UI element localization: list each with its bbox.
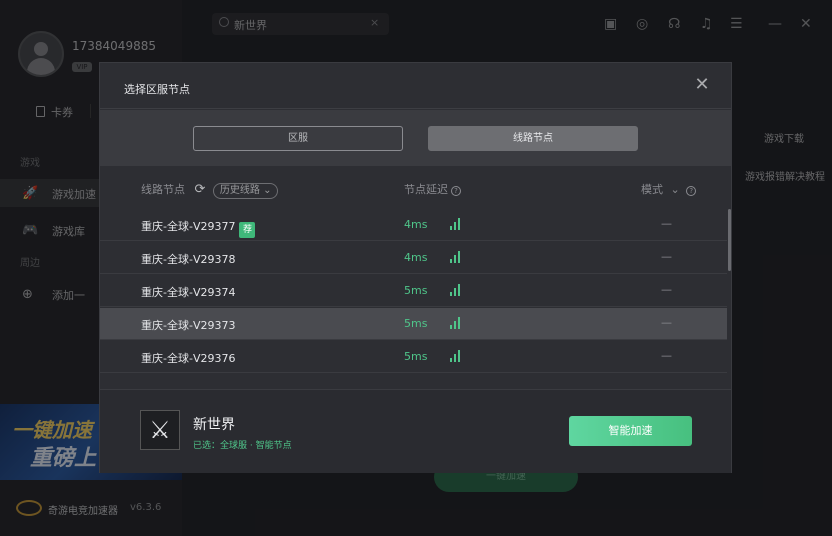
dialog-footer: ⚔ 新世界 已选：全球服 · 智能节点 智能加速 (100, 389, 731, 473)
dialog-title: 选择区服节点 (124, 83, 190, 96)
signal-icon (450, 218, 462, 230)
dialog-header: 选择区服节点 ✕ (100, 63, 731, 109)
tab-region[interactable]: 区服 (193, 126, 403, 151)
close-icon[interactable]: ✕ (694, 76, 710, 94)
game-logo-icon: ⚔ (140, 410, 180, 450)
game-name: 新世界 (193, 417, 235, 433)
route-row[interactable]: 重庆-全球-V29373 5ms — (100, 308, 727, 340)
signal-icon (450, 317, 462, 329)
selected-summary: 已选：全球服 · 智能节点 (193, 441, 292, 451)
column-mode[interactable]: 模式 ⌄ ? (641, 181, 697, 197)
signal-icon (450, 284, 462, 296)
tab-route-node[interactable]: 线路节点 (428, 126, 638, 151)
route-row[interactable]: 重庆-全球-V29378 4ms — (100, 242, 727, 274)
signal-icon (450, 251, 462, 263)
tab-bar: 区服 线路节点 (100, 110, 731, 166)
smart-accel-button[interactable]: 智能加速 (569, 416, 692, 446)
server-select-dialog: 选择区服节点 ✕ 区服 线路节点 线路节点 ⟳ 历史线路 ⌄ 节点延迟? 模式 … (99, 62, 732, 473)
help-icon[interactable]: ? (451, 186, 461, 196)
route-row[interactable]: 重庆-全球-V29374 5ms — (100, 275, 727, 307)
refresh-icon[interactable]: ⟳ (195, 182, 206, 197)
signal-icon (450, 350, 462, 362)
column-route: 线路节点 ⟳ 历史线路 ⌄ (141, 181, 279, 199)
route-row[interactable]: 重庆-全球-V29377 荐 4ms — (100, 209, 727, 241)
scrollbar[interactable] (728, 209, 731, 271)
route-list: 重庆-全球-V29377 荐 4ms — 重庆-全球-V29378 4ms — 重… (100, 209, 727, 389)
app-window: 17384049885 VIP 卡券 游戏 🚀 游戏加速 🎮 游戏库 周边 ⊕ … (0, 0, 832, 536)
recommended-badge: 荐 (239, 222, 256, 238)
history-route-button[interactable]: 历史线路 ⌄ (212, 183, 279, 199)
help-icon[interactable]: ? (686, 186, 697, 196)
chevron-down-icon: ⌄ (670, 183, 680, 196)
column-latency: 节点延迟? (404, 181, 461, 197)
route-row[interactable]: 重庆-全球-V29376 5ms — (100, 341, 727, 373)
